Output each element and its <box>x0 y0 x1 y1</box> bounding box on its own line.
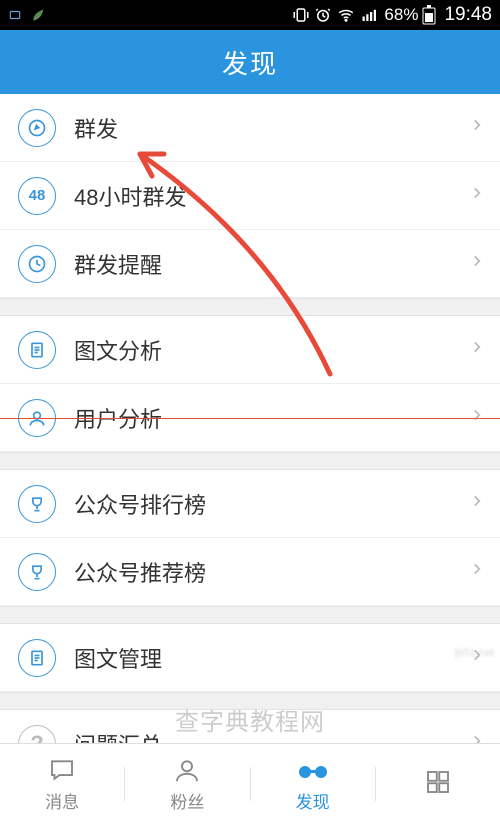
row-label: 公众号推荐榜 <box>74 556 470 588</box>
nav-label: 粉丝 <box>170 788 204 813</box>
group-gap <box>0 606 500 624</box>
row-ranking[interactable]: 公众号排行榜 <box>0 470 500 538</box>
wifi-icon <box>336 6 356 24</box>
chevron-right-icon <box>470 115 484 140</box>
trophy-icon <box>18 553 56 591</box>
chat-icon <box>46 755 78 785</box>
nav-fans[interactable]: 粉丝 <box>125 744 249 823</box>
glasses-icon <box>295 755 331 785</box>
row-article-analysis[interactable]: 图文分析 <box>0 316 500 384</box>
nav-messages[interactable]: 消息 <box>0 744 124 823</box>
row-broadcast-reminder[interactable]: 群发提醒 <box>0 230 500 298</box>
row-label: 问题汇总 <box>74 728 470 744</box>
row-label: 公众号排行榜 <box>74 488 470 520</box>
row-article-manage[interactable]: 图文管理 <box>0 624 500 692</box>
nav-label: 发现 <box>296 788 330 813</box>
nav-more[interactable] <box>376 744 500 823</box>
doc-icon <box>18 331 56 369</box>
row-label: 图文分析 <box>74 334 470 366</box>
alarm-icon <box>314 6 332 24</box>
chevron-right-icon <box>470 491 484 516</box>
trophy-icon <box>18 485 56 523</box>
grid-icon <box>422 767 454 797</box>
chevron-right-icon <box>470 645 484 670</box>
status-bar: 68% 19:48 <box>0 0 500 30</box>
badge-48-icon: 48 <box>18 177 56 215</box>
compose-icon <box>18 109 56 147</box>
battery-percent: 68% <box>384 5 418 25</box>
battery-icon <box>422 5 436 25</box>
annotation-red-line <box>0 418 500 419</box>
signal-icon <box>360 6 380 24</box>
group-gap <box>0 692 500 710</box>
chevron-right-icon <box>470 337 484 362</box>
row-broadcast[interactable]: 群发 <box>0 94 500 162</box>
row-user-analysis[interactable]: 用户分析 <box>0 384 500 452</box>
row-label: 群发提醒 <box>74 248 470 280</box>
page-title: 发现 <box>222 44 278 81</box>
notification-icon <box>8 8 22 22</box>
chevron-right-icon <box>470 559 484 584</box>
row-label: 群发 <box>74 112 470 144</box>
leaf-icon <box>30 7 46 23</box>
clock-text: 19:48 <box>444 4 492 26</box>
discover-list: 群发 48 48小时群发 群发提醒 图文分析 <box>0 94 500 743</box>
doc-icon <box>18 639 56 677</box>
title-bar: 发现 <box>0 30 500 94</box>
group-gap <box>0 452 500 470</box>
row-recommended[interactable]: 公众号推荐榜 <box>0 538 500 606</box>
chevron-right-icon <box>470 731 484 743</box>
row-label: 48小时群发 <box>74 180 470 212</box>
group-gap <box>0 298 500 316</box>
user-icon <box>171 755 203 785</box>
clock-icon <box>18 245 56 283</box>
nav-label: 消息 <box>45 788 79 813</box>
row-48h-broadcast[interactable]: 48 48小时群发 <box>0 162 500 230</box>
bottom-nav: 消息 粉丝 发现 <box>0 743 500 823</box>
row-label: 图文管理 <box>74 642 470 674</box>
nav-discover[interactable]: 发现 <box>251 744 375 823</box>
vibrate-icon <box>292 6 310 24</box>
chevron-right-icon <box>470 251 484 276</box>
question-icon: ? <box>18 725 56 744</box>
chevron-right-icon <box>470 183 484 208</box>
row-faq[interactable]: ? 问题汇总 <box>0 710 500 743</box>
